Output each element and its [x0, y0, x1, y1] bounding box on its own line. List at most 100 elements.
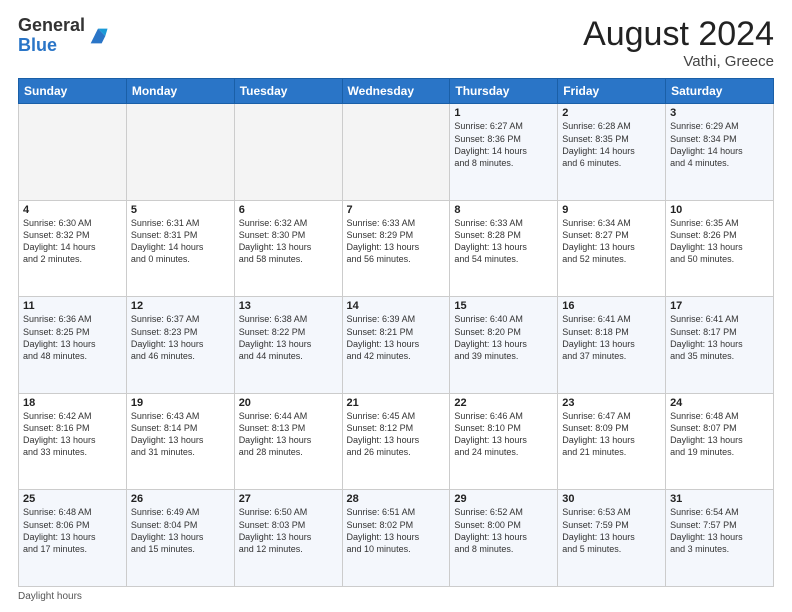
calendar-cell: 6Sunrise: 6:32 AM Sunset: 8:30 PM Daylig…: [234, 200, 342, 297]
day-info: Sunrise: 6:28 AM Sunset: 8:35 PM Dayligh…: [562, 120, 661, 169]
day-info: Sunrise: 6:38 AM Sunset: 8:22 PM Dayligh…: [239, 313, 338, 362]
weekday-header-sunday: Sunday: [19, 79, 127, 104]
day-number: 4: [23, 204, 122, 216]
calendar-week-1: 1Sunrise: 6:27 AM Sunset: 8:36 PM Daylig…: [19, 104, 774, 201]
day-info: Sunrise: 6:29 AM Sunset: 8:34 PM Dayligh…: [670, 120, 769, 169]
day-number: 16: [562, 300, 661, 312]
calendar-cell: 4Sunrise: 6:30 AM Sunset: 8:32 PM Daylig…: [19, 200, 127, 297]
day-info: Sunrise: 6:27 AM Sunset: 8:36 PM Dayligh…: [454, 120, 553, 169]
day-info: Sunrise: 6:51 AM Sunset: 8:02 PM Dayligh…: [347, 506, 446, 555]
day-number: 31: [670, 493, 769, 505]
calendar-table: SundayMondayTuesdayWednesdayThursdayFrid…: [18, 78, 774, 587]
day-number: 2: [562, 107, 661, 119]
calendar-cell: 7Sunrise: 6:33 AM Sunset: 8:29 PM Daylig…: [342, 200, 450, 297]
calendar-week-4: 18Sunrise: 6:42 AM Sunset: 8:16 PM Dayli…: [19, 393, 774, 490]
day-number: 30: [562, 493, 661, 505]
day-info: Sunrise: 6:33 AM Sunset: 8:29 PM Dayligh…: [347, 217, 446, 266]
day-info: Sunrise: 6:32 AM Sunset: 8:30 PM Dayligh…: [239, 217, 338, 266]
day-info: Sunrise: 6:52 AM Sunset: 8:00 PM Dayligh…: [454, 506, 553, 555]
logo-general: General: [18, 15, 85, 35]
daylight-hours-label: Daylight hours: [18, 591, 82, 602]
page: General Blue August 2024 Vathi, Greece S…: [0, 0, 792, 612]
calendar-cell: 24Sunrise: 6:48 AM Sunset: 8:07 PM Dayli…: [666, 393, 774, 490]
logo-blue: Blue: [18, 35, 57, 55]
day-number: 12: [131, 300, 230, 312]
day-number: 26: [131, 493, 230, 505]
calendar-cell: 25Sunrise: 6:48 AM Sunset: 8:06 PM Dayli…: [19, 490, 127, 587]
calendar-cell: 8Sunrise: 6:33 AM Sunset: 8:28 PM Daylig…: [450, 200, 558, 297]
day-info: Sunrise: 6:33 AM Sunset: 8:28 PM Dayligh…: [454, 217, 553, 266]
calendar-cell: 28Sunrise: 6:51 AM Sunset: 8:02 PM Dayli…: [342, 490, 450, 587]
day-number: 11: [23, 300, 122, 312]
calendar-cell: [19, 104, 127, 201]
day-info: Sunrise: 6:34 AM Sunset: 8:27 PM Dayligh…: [562, 217, 661, 266]
day-number: 24: [670, 397, 769, 409]
day-number: 5: [131, 204, 230, 216]
day-number: 19: [131, 397, 230, 409]
calendar-cell: 5Sunrise: 6:31 AM Sunset: 8:31 PM Daylig…: [126, 200, 234, 297]
day-info: Sunrise: 6:48 AM Sunset: 8:07 PM Dayligh…: [670, 410, 769, 459]
day-info: Sunrise: 6:30 AM Sunset: 8:32 PM Dayligh…: [23, 217, 122, 266]
day-number: 9: [562, 204, 661, 216]
day-number: 22: [454, 397, 553, 409]
day-info: Sunrise: 6:40 AM Sunset: 8:20 PM Dayligh…: [454, 313, 553, 362]
calendar-cell: 1Sunrise: 6:27 AM Sunset: 8:36 PM Daylig…: [450, 104, 558, 201]
calendar-cell: 15Sunrise: 6:40 AM Sunset: 8:20 PM Dayli…: [450, 297, 558, 394]
location: Vathi, Greece: [583, 53, 774, 70]
calendar-cell: 29Sunrise: 6:52 AM Sunset: 8:00 PM Dayli…: [450, 490, 558, 587]
day-number: 27: [239, 493, 338, 505]
day-number: 8: [454, 204, 553, 216]
weekday-header-wednesday: Wednesday: [342, 79, 450, 104]
month-year: August 2024: [583, 16, 774, 53]
calendar-cell: 9Sunrise: 6:34 AM Sunset: 8:27 PM Daylig…: [558, 200, 666, 297]
calendar-cell: 26Sunrise: 6:49 AM Sunset: 8:04 PM Dayli…: [126, 490, 234, 587]
calendar-cell: 19Sunrise: 6:43 AM Sunset: 8:14 PM Dayli…: [126, 393, 234, 490]
day-number: 17: [670, 300, 769, 312]
day-info: Sunrise: 6:47 AM Sunset: 8:09 PM Dayligh…: [562, 410, 661, 459]
day-info: Sunrise: 6:39 AM Sunset: 8:21 PM Dayligh…: [347, 313, 446, 362]
day-info: Sunrise: 6:35 AM Sunset: 8:26 PM Dayligh…: [670, 217, 769, 266]
weekday-header-tuesday: Tuesday: [234, 79, 342, 104]
day-number: 28: [347, 493, 446, 505]
day-info: Sunrise: 6:43 AM Sunset: 8:14 PM Dayligh…: [131, 410, 230, 459]
logo: General Blue: [18, 16, 109, 56]
day-number: 21: [347, 397, 446, 409]
calendar-cell: 21Sunrise: 6:45 AM Sunset: 8:12 PM Dayli…: [342, 393, 450, 490]
day-info: Sunrise: 6:54 AM Sunset: 7:57 PM Dayligh…: [670, 506, 769, 555]
day-info: Sunrise: 6:42 AM Sunset: 8:16 PM Dayligh…: [23, 410, 122, 459]
weekday-header-row: SundayMondayTuesdayWednesdayThursdayFrid…: [19, 79, 774, 104]
calendar-week-5: 25Sunrise: 6:48 AM Sunset: 8:06 PM Dayli…: [19, 490, 774, 587]
day-number: 25: [23, 493, 122, 505]
calendar-cell: 14Sunrise: 6:39 AM Sunset: 8:21 PM Dayli…: [342, 297, 450, 394]
weekday-header-friday: Friday: [558, 79, 666, 104]
calendar-cell: 11Sunrise: 6:36 AM Sunset: 8:25 PM Dayli…: [19, 297, 127, 394]
day-info: Sunrise: 6:49 AM Sunset: 8:04 PM Dayligh…: [131, 506, 230, 555]
calendar-cell: 23Sunrise: 6:47 AM Sunset: 8:09 PM Dayli…: [558, 393, 666, 490]
day-number: 18: [23, 397, 122, 409]
day-info: Sunrise: 6:50 AM Sunset: 8:03 PM Dayligh…: [239, 506, 338, 555]
calendar-cell: [342, 104, 450, 201]
day-number: 3: [670, 107, 769, 119]
day-number: 29: [454, 493, 553, 505]
logo-icon: [87, 25, 109, 47]
day-info: Sunrise: 6:36 AM Sunset: 8:25 PM Dayligh…: [23, 313, 122, 362]
calendar-week-3: 11Sunrise: 6:36 AM Sunset: 8:25 PM Dayli…: [19, 297, 774, 394]
calendar-cell: 20Sunrise: 6:44 AM Sunset: 8:13 PM Dayli…: [234, 393, 342, 490]
calendar-week-2: 4Sunrise: 6:30 AM Sunset: 8:32 PM Daylig…: [19, 200, 774, 297]
calendar-cell: 17Sunrise: 6:41 AM Sunset: 8:17 PM Dayli…: [666, 297, 774, 394]
day-number: 10: [670, 204, 769, 216]
day-number: 7: [347, 204, 446, 216]
day-number: 20: [239, 397, 338, 409]
header: General Blue August 2024 Vathi, Greece: [18, 16, 774, 70]
day-info: Sunrise: 6:41 AM Sunset: 8:17 PM Dayligh…: [670, 313, 769, 362]
calendar-cell: 2Sunrise: 6:28 AM Sunset: 8:35 PM Daylig…: [558, 104, 666, 201]
calendar-cell: 31Sunrise: 6:54 AM Sunset: 7:57 PM Dayli…: [666, 490, 774, 587]
calendar-cell: [234, 104, 342, 201]
calendar-cell: 18Sunrise: 6:42 AM Sunset: 8:16 PM Dayli…: [19, 393, 127, 490]
calendar-cell: 27Sunrise: 6:50 AM Sunset: 8:03 PM Dayli…: [234, 490, 342, 587]
weekday-header-monday: Monday: [126, 79, 234, 104]
calendar-cell: 13Sunrise: 6:38 AM Sunset: 8:22 PM Dayli…: [234, 297, 342, 394]
day-number: 14: [347, 300, 446, 312]
calendar-cell: 10Sunrise: 6:35 AM Sunset: 8:26 PM Dayli…: [666, 200, 774, 297]
weekday-header-thursday: Thursday: [450, 79, 558, 104]
